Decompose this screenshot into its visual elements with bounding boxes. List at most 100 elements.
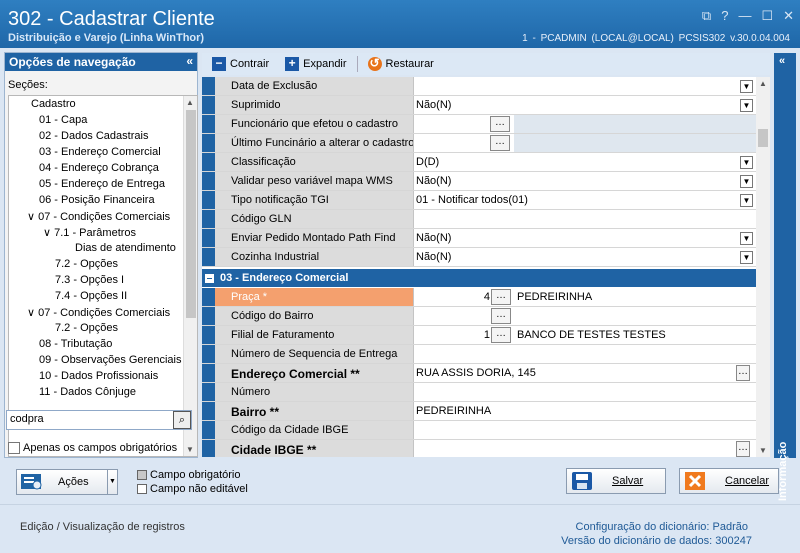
tree-item[interactable]: 7.2 - Opções [55, 258, 118, 270]
tree-item[interactable]: 06 - Posição Financeira [39, 194, 155, 206]
scroll-down-icon[interactable]: ▼ [759, 446, 767, 455]
collapse-section-icon[interactable] [205, 274, 214, 283]
scroll-up-icon[interactable]: ▲ [759, 79, 767, 88]
cancel-button[interactable]: Cancelar [679, 468, 779, 494]
chevron-down-icon[interactable]: ▼ [740, 99, 753, 112]
tree-item[interactable]: 01 - Capa [39, 114, 87, 126]
tree-item[interactable]: 7.4 - Opções II [55, 290, 127, 302]
tree-item[interactable]: ∨ 07 - Condições Comerciais [27, 210, 170, 223]
chevron-down-icon[interactable]: ▼ [740, 232, 753, 245]
restore-window-icon[interactable]: ⧉ [702, 8, 711, 24]
field-value[interactable]: Não(N) [414, 172, 756, 190]
chevron-down-icon[interactable]: ▼ [740, 251, 753, 264]
ellipsis-button[interactable]: … [491, 327, 511, 343]
checkbox-box[interactable] [8, 442, 20, 454]
field-label: Cidade IBGE ** [215, 440, 414, 457]
tree-item-label: 7.4 - Opções II [55, 290, 128, 302]
only-required-checkbox[interactable]: Apenas os campos obrigatórios [8, 442, 177, 454]
maximize-button[interactable]: ☐ [761, 8, 773, 24]
tree-item[interactable]: 7.3 - Opções I [55, 274, 124, 286]
tree-item[interactable]: 7.2 - Opções [55, 322, 118, 334]
tree-item[interactable]: 09 - Observações Gerenciais [39, 354, 181, 366]
tree-item-label: 03 - Endereço Comercial [39, 146, 161, 158]
section-tree[interactable]: ▲ ▼ Cadastro 01 - Capa 02 - Dados Cadastra… [8, 95, 198, 457]
search-icon[interactable]: ⌕ [173, 411, 191, 429]
field-value[interactable]: Não(N) [414, 248, 756, 266]
ellipsis-button[interactable]: … [736, 441, 750, 457]
section-header[interactable]: 03 - Endereço Comercial [202, 269, 756, 287]
tree-item[interactable]: 02 - Dados Cadastrais [39, 130, 148, 142]
tree-item[interactable]: 08 - Tributação [39, 338, 112, 350]
field-value[interactable]: Não(N) [414, 96, 756, 114]
sections-label: Seções: [8, 79, 48, 91]
collapse-nav-icon[interactable]: « [186, 54, 193, 68]
scroll-thumb[interactable] [186, 110, 196, 318]
grid-row: Bairro ** PEDREIRINHA [202, 402, 756, 421]
status-footer: Edição / Visualização de registros Confi… [0, 504, 800, 553]
tree-item[interactable]: 11 - Dados Cônjuge [39, 386, 136, 398]
field-value[interactable]: Não(N) [414, 229, 756, 247]
field-value[interactable]: RUA ASSIS DORIA, 145 [414, 364, 756, 382]
field-value[interactable] [414, 383, 756, 401]
ellipsis-button[interactable]: … [491, 289, 511, 305]
field-value[interactable] [414, 440, 756, 457]
chevron-down-icon[interactable]: ▼ [740, 175, 753, 188]
field-readonly [514, 115, 756, 133]
row-gutter [202, 172, 215, 190]
tree-item-label: 01 - Capa [39, 114, 88, 126]
chevron-down-icon[interactable]: ∨ [27, 211, 38, 223]
info-panel[interactable]: « Informação [774, 53, 796, 501]
tree-item[interactable]: 04 - Endereço Cobrança [39, 162, 159, 174]
code-input[interactable]: 1 [414, 326, 492, 344]
scroll-down-icon[interactable]: ▼ [186, 445, 194, 454]
field-label: Praça * [215, 288, 414, 306]
tree-item[interactable]: Dias de atendimento [75, 242, 176, 254]
property-grid: Data de Exclusão ▼ Suprimido Não(N) ▼ Funcion… [202, 77, 756, 457]
tree-item[interactable]: Cadastro [31, 98, 76, 110]
close-button[interactable]: ✕ [783, 8, 794, 24]
help-icon[interactable]: ? [721, 8, 728, 24]
field-value[interactable]: 01 - Notificar todos(01) [414, 191, 756, 209]
actions-button[interactable]: Ações ▼ [16, 469, 118, 495]
actions-dropdown-icon[interactable]: ▼ [107, 470, 117, 494]
field-value[interactable]: D(D) [414, 153, 756, 171]
tree-item[interactable]: 05 - Endereço de Entrega [39, 178, 165, 190]
chevron-down-icon[interactable]: ▼ [740, 80, 753, 93]
tree-item[interactable]: 10 - Dados Profissionais [39, 370, 158, 382]
save-button[interactable]: Salvar [566, 468, 666, 494]
search-input[interactable]: codpra [6, 410, 192, 430]
chevron-down-icon[interactable]: ▼ [740, 194, 753, 207]
grid-scrollbar[interactable]: ▲ ▼ [756, 77, 770, 457]
field-value[interactable]: PEDREIRINHA [414, 402, 756, 420]
field-value[interactable] [414, 421, 756, 439]
field-label: Cozinha Industrial [215, 248, 414, 266]
chevron-down-icon[interactable]: ∨ [27, 307, 38, 319]
code-input[interactable]: 4 [414, 288, 492, 306]
ellipsis-button[interactable]: … [490, 135, 510, 151]
dict-version: Versão do dicionário de dados: 300247 [561, 535, 752, 547]
ellipsis-button[interactable]: … [491, 308, 511, 324]
field-value[interactable] [414, 77, 756, 95]
minimize-button[interactable]: — [738, 8, 751, 24]
row-gutter [202, 77, 215, 95]
tree-item[interactable]: 03 - Endereço Comercial [39, 146, 161, 158]
code-input[interactable] [414, 307, 492, 325]
scroll-thumb[interactable] [758, 129, 768, 147]
tree-item[interactable]: ∨ 7.1 - Parâmetros [43, 226, 136, 239]
legend-required: Campo obrigatório [137, 469, 241, 481]
scroll-up-icon[interactable]: ▲ [186, 98, 194, 107]
tree-scrollbar[interactable]: ▲ ▼ [183, 96, 197, 456]
field-value[interactable] [414, 210, 756, 228]
tree-item-label: 02 - Dados Cadastrais [39, 130, 149, 142]
chevron-down-icon[interactable]: ∨ [43, 227, 54, 239]
collapse-button[interactable]: − Contrair [206, 54, 275, 74]
field-value[interactable] [414, 345, 756, 363]
chevron-down-icon[interactable]: ▼ [740, 156, 753, 169]
expand-info-icon[interactable]: « [779, 55, 785, 67]
ellipsis-button[interactable]: … [490, 116, 510, 132]
expand-button[interactable]: + Expandir [279, 54, 352, 74]
field-label: Bairro ** [215, 402, 414, 420]
tree-item[interactable]: ∨ 07 - Condições Comerciais [27, 306, 170, 319]
ellipsis-button[interactable]: … [736, 365, 750, 381]
restore-button[interactable]: ↺ Restaurar [362, 54, 440, 74]
